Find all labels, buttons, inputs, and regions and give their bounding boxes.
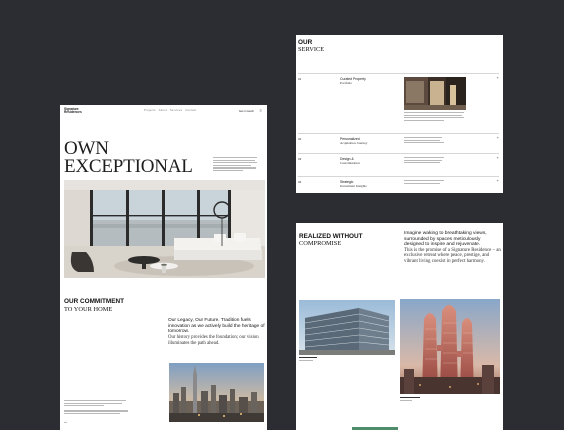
project-caption [299, 357, 317, 362]
plus-icon[interactable]: + [497, 178, 499, 183]
realized-title-thin: COMPROMISE [299, 240, 342, 248]
services-page-card: OUR SERVICE 01 Curated Property Portfoli… [296, 35, 503, 193]
realized-page-card: REALIZED WITHOUT COMPROMISE Imagine waki… [296, 223, 503, 430]
commitment-body-bold: Our Legacy, Our Future. Tradition fuels … [168, 318, 265, 335]
hero-title-line2: EXCEPTIONAL [64, 156, 193, 177]
project-image-office[interactable] [299, 300, 395, 355]
city-skyline-image [169, 363, 264, 422]
project-caption [400, 397, 420, 402]
service-description [404, 157, 464, 165]
brand-logo[interactable]: Signature Residences [64, 107, 82, 115]
hero-title: OWN EXCEPTIONAL [64, 139, 193, 177]
nav-cta-link[interactable]: Get in touch [239, 109, 254, 113]
commitment-body-serif: Our history provides the foundation; our… [168, 335, 259, 346]
service-name: Curated Property Portfolio [340, 77, 366, 85]
commitment-paragraph: Our Legacy, Our Future. Tradition fuels … [168, 318, 266, 346]
plus-icon[interactable]: + [497, 75, 499, 80]
realized-paragraph: Imagine waking to breathtaking views, su… [404, 231, 501, 265]
service-name-thin: Customization [340, 161, 360, 166]
realized-body-serif: This is the promise of a Signature Resid… [404, 247, 501, 264]
service-number: 02 [298, 137, 302, 141]
nav-links[interactable]: Projects About Services Contact [144, 109, 196, 112]
service-row[interactable]: 02 Personalized Acquisition Journey + [298, 133, 499, 155]
services-heading: OUR SERVICE [298, 39, 324, 53]
landing-page-card: Signature Residences Projects About Serv… [60, 105, 267, 430]
service-row[interactable]: 03 Design & Customization + [298, 153, 499, 175]
top-nav: Signature Residences Projects About Serv… [64, 107, 263, 116]
service-name: Design & Customization [340, 157, 360, 165]
service-description [404, 112, 464, 122]
hero-living-room-image [64, 180, 265, 278]
service-name-thin: Investment Insights [340, 184, 367, 189]
plus-icon[interactable]: + [497, 135, 499, 140]
realized-heading: REALIZED WITHOUT COMPROMISE [299, 233, 363, 248]
service-row[interactable]: 04 Strategic Investment Insights + [298, 176, 499, 193]
footnote-text [64, 400, 132, 416]
hero-description [213, 157, 258, 172]
service-name: Strategic Investment Insights [340, 180, 367, 188]
service-number: 01 [298, 77, 302, 81]
service-name-thin: Acquisition Journey [340, 141, 368, 146]
service-name: Personalized Acquisition Journey [340, 137, 367, 145]
project-image-towers[interactable] [400, 299, 500, 394]
read-more-link[interactable]: ››› [64, 421, 67, 424]
services-title-bold: OUR [298, 39, 313, 46]
commitment-heading: OUR COMMITMENT TO YOUR HOME [64, 298, 124, 313]
service-interior-image [404, 77, 466, 110]
realized-title-bold: REALIZED WITHOUT [299, 233, 363, 240]
service-row[interactable]: 01 Curated Property Portfolio + [298, 73, 499, 133]
services-title-thin: SERVICE [298, 46, 325, 53]
service-description [404, 137, 464, 145]
service-name-thin: Portfolio [340, 81, 353, 86]
service-number: 03 [298, 157, 302, 161]
commitment-title-thin: TO YOUR HOME [64, 305, 113, 313]
service-description [404, 180, 464, 185]
realized-body-bold: Imagine waking to breathtaking views, su… [404, 231, 487, 248]
service-number: 04 [298, 180, 302, 184]
commitment-title-bold: OUR COMMITMENT [64, 298, 124, 305]
menu-icon[interactable]: ≡ [260, 108, 262, 113]
plus-icon[interactable]: + [497, 155, 499, 160]
